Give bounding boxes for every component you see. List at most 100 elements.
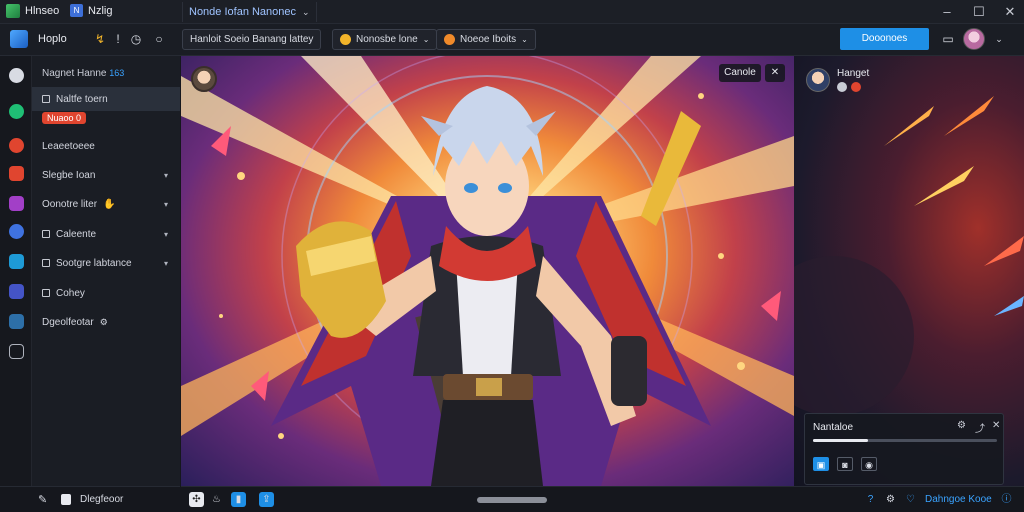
- mode-dropdown[interactable]: Nonosbe lone ⌄: [332, 29, 438, 50]
- sidebar-header: Nagnet Hanne 163: [42, 68, 124, 79]
- checkbox-icon: [42, 230, 50, 238]
- app-tab-2-label: Nzlig: [88, 4, 113, 17]
- help-icon[interactable]: ?: [863, 492, 878, 507]
- sidebar-item-label: Naltfe toern: [56, 93, 108, 105]
- player-title: Nantaloe: [813, 422, 854, 433]
- maximize-icon[interactable]: ☐: [970, 3, 988, 21]
- document-icon[interactable]: [61, 494, 71, 505]
- close-icon[interactable]: ✕: [765, 64, 785, 82]
- close-icon[interactable]: ✕: [1001, 3, 1019, 21]
- chevron-down-icon: ▾: [163, 199, 168, 209]
- checkbox-icon: [42, 95, 50, 103]
- smiley-icon: [340, 34, 351, 45]
- sidebar-item-label: Leaeetoeee: [42, 140, 95, 152]
- vee-icon[interactable]: [9, 196, 24, 211]
- chevron-down-icon: ⌄: [302, 6, 310, 17]
- sidebar-item-label: Cohey: [56, 287, 85, 299]
- sidebar-item-7[interactable]: Sootgre labtance ▾: [32, 251, 180, 275]
- cancel-button[interactable]: Canole: [719, 64, 761, 82]
- image-canvas[interactable]: Canole ✕: [181, 56, 794, 486]
- clock-icon[interactable]: ◷: [128, 31, 144, 47]
- style-dropdown-label: Noeoe Iboits: [460, 34, 517, 45]
- chevron-down-icon: ▾: [163, 229, 168, 239]
- toolbar: Hoplo ↯ ! ◷ ○ Hanloit Soeio Banang latte…: [0, 24, 1024, 56]
- screen-icon[interactable]: ▣: [813, 457, 829, 471]
- camera-icon[interactable]: ◙: [837, 457, 853, 471]
- status-dot-icon: [837, 82, 847, 92]
- sidebar-item-5[interactable]: Oonotre liter ✋ ▾: [32, 192, 180, 216]
- user-avatar[interactable]: [963, 28, 985, 50]
- sidebar-item-6[interactable]: Caleente ▾: [32, 222, 180, 246]
- share-icon[interactable]: ⤴: [975, 420, 985, 435]
- monitor-icon[interactable]: ▭: [940, 31, 956, 47]
- cube-outline-icon[interactable]: [9, 344, 24, 359]
- hero-artwork: [181, 56, 794, 486]
- chevron-down-icon[interactable]: ⌄: [991, 31, 1007, 47]
- chat-icon[interactable]: [9, 224, 24, 239]
- minimize-icon[interactable]: –: [938, 3, 956, 21]
- breadcrumb-pill[interactable]: Hanloit Soeio Banang lattey: [182, 29, 322, 50]
- add-icon[interactable]: [851, 82, 861, 92]
- sidebar: Nagnet Hanne 163 Naltfe toern Nuaoo 0 Le…: [32, 56, 180, 486]
- twitch-icon[interactable]: [9, 314, 24, 329]
- film-icon[interactable]: [9, 166, 24, 181]
- toolbar-app[interactable]: Hoplo: [10, 30, 67, 48]
- document-title-dropdown[interactable]: Nonde Iofan Nanonec ⌄: [182, 2, 317, 22]
- sidebar-item-4[interactable]: Slegbe Ioan ▾: [32, 163, 180, 187]
- sidebar-item-8[interactable]: Cohey: [32, 281, 180, 305]
- alert-icon[interactable]: !: [110, 31, 126, 47]
- creator-avatar[interactable]: [191, 66, 217, 92]
- right-panel: Hanget Nantaloe ⚙ ⤴ ✕ ▣ ◙ ◉: [794, 56, 1024, 486]
- app-logo-icon: [6, 4, 20, 18]
- user-avatar[interactable]: [806, 68, 830, 92]
- puzzle-icon[interactable]: ✣: [189, 492, 204, 507]
- share-icon[interactable]: ⇪: [259, 492, 274, 507]
- progress-track[interactable]: [813, 439, 997, 442]
- footer-label: Dlegfeoor: [80, 494, 124, 505]
- breadcrumb-label: Hanloit Soeio Banang lattey: [190, 34, 314, 45]
- primary-action-button[interactable]: Dooonoes: [840, 28, 929, 50]
- message-icon[interactable]: [9, 254, 24, 269]
- palette-icon: [444, 34, 455, 45]
- sidebar-item-9[interactable]: Dgeolfeotar ⚙: [32, 310, 180, 334]
- progress-fill: [813, 439, 869, 442]
- pen-icon[interactable]: ✎: [38, 493, 47, 506]
- settings-icon[interactable]: ⚙: [883, 492, 898, 507]
- app-rail: [0, 56, 32, 512]
- user-badges: [837, 82, 861, 92]
- close-icon[interactable]: ✕: [992, 420, 1000, 431]
- document-icon[interactable]: [9, 284, 24, 299]
- sidebar-item-3[interactable]: Leaeetoeee: [32, 134, 180, 158]
- status-circle-icon[interactable]: [9, 104, 24, 119]
- sidebar-item-label: Slegbe Ioan: [42, 169, 96, 181]
- chevron-down-icon: ⌄: [521, 35, 528, 44]
- discord-icon[interactable]: [9, 68, 24, 83]
- search-icon[interactable]: ○: [151, 31, 167, 47]
- app-tab-2[interactable]: N Nzlig: [70, 4, 112, 17]
- lightning-icon[interactable]: ↯: [92, 31, 108, 47]
- sidebar-item-label: Caleente: [56, 228, 97, 240]
- mode-dropdown-label: Nonosbe lone: [356, 34, 418, 45]
- app-tab-1-label: Hlnseo: [25, 5, 60, 17]
- toolbar-app-name: Hoplo: [38, 33, 67, 45]
- resize-handle[interactable]: [477, 497, 547, 503]
- chevron-down-icon: ▾: [163, 258, 168, 268]
- info-icon[interactable]: ⓘ: [999, 492, 1014, 507]
- flame-icon[interactable]: ♨: [209, 492, 224, 507]
- eye-icon[interactable]: ◉: [861, 457, 877, 471]
- user-name: Hanget: [837, 68, 870, 79]
- app-tab-1[interactable]: Hlnseo: [6, 4, 59, 18]
- badge-count: 0: [76, 113, 82, 123]
- heart-icon[interactable]: ♡: [903, 492, 918, 507]
- sidebar-item-nuaoo[interactable]: Nuaoo 0: [32, 108, 180, 128]
- chevron-circle-icon[interactable]: [9, 138, 24, 153]
- sidebar-header-label: Nagnet Hanne: [42, 68, 107, 79]
- style-dropdown[interactable]: Noeoe Iboits ⌄: [436, 29, 536, 50]
- cube-logo-icon: [10, 30, 28, 48]
- settings-icon[interactable]: ⚙: [957, 420, 966, 431]
- document-title: Nonde Iofan Nanonec: [189, 6, 297, 18]
- hand-icon: ✋: [103, 198, 116, 210]
- chart-icon[interactable]: ▮: [231, 492, 246, 507]
- status-text: Dahngoe Kooe: [925, 494, 992, 505]
- media-player: Nantaloe ⚙ ⤴ ✕ ▣ ◙ ◉: [804, 413, 1004, 485]
